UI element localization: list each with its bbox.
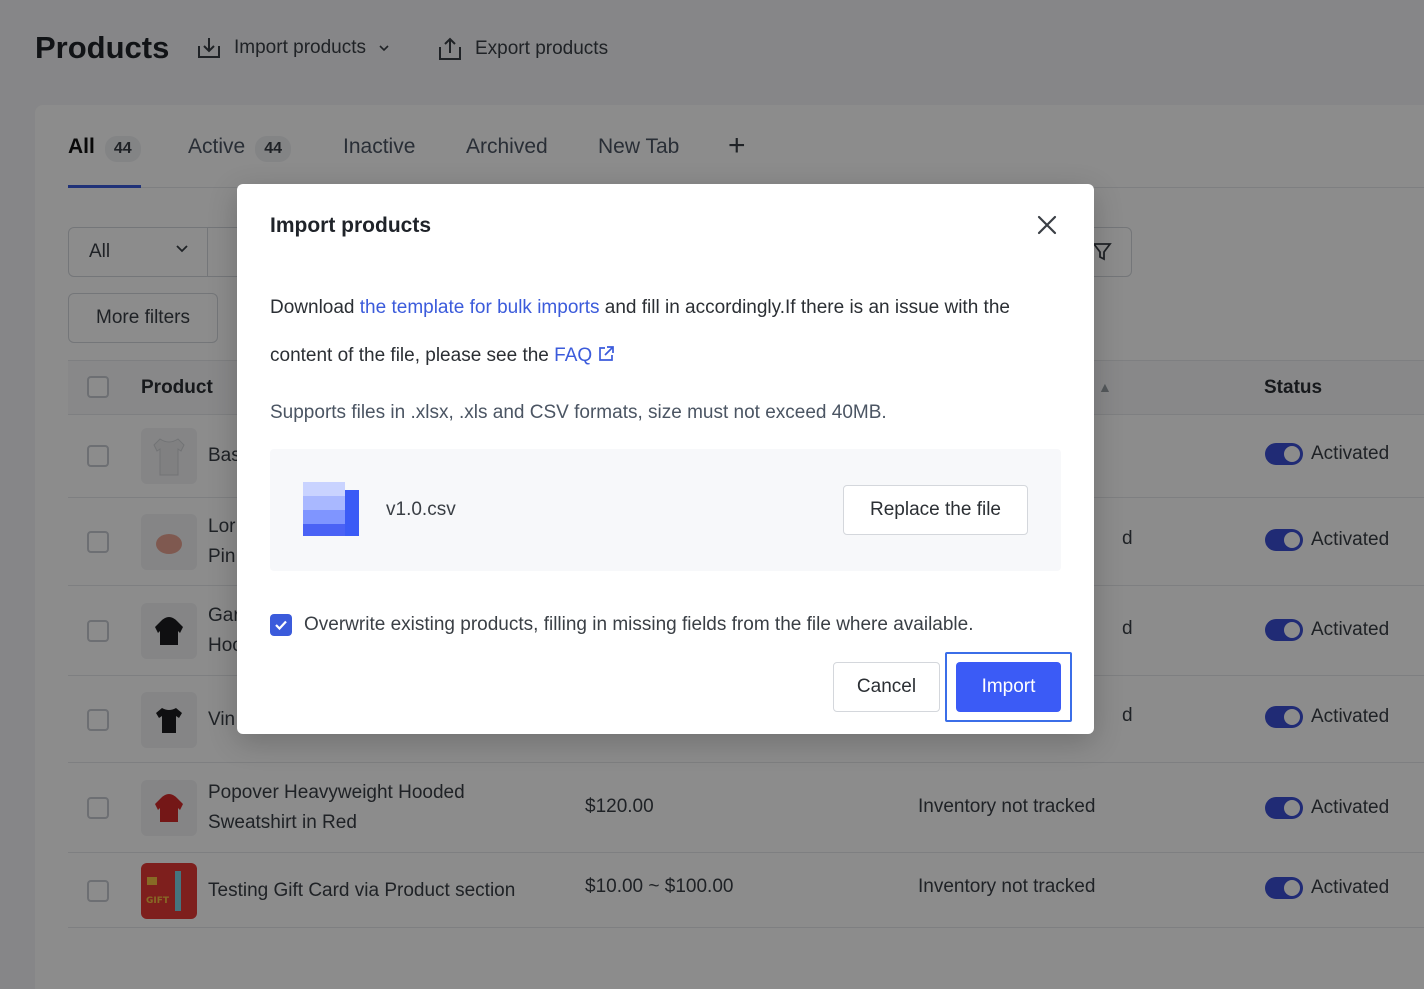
faq-link-label: FAQ (554, 345, 593, 366)
dialog-description: Download the template for bulk imports a… (270, 284, 1060, 380)
external-link-icon (599, 346, 615, 361)
cancel-button[interactable]: Cancel (833, 662, 940, 712)
import-products-dialog: Import products Download the template fo… (237, 184, 1094, 734)
supported-formats-text: Supports files in .xlsx, .xls and CSV fo… (270, 402, 887, 423)
dialog-title: Import products (270, 214, 431, 237)
faq-link[interactable]: FAQ (554, 345, 615, 366)
import-button[interactable]: Import (956, 662, 1061, 712)
close-icon[interactable] (1036, 214, 1058, 236)
overwrite-label: Overwrite existing products, filling in … (304, 614, 974, 635)
overwrite-checkbox[interactable] (270, 614, 292, 636)
overwrite-option[interactable]: Overwrite existing products, filling in … (270, 614, 974, 636)
file-icon (303, 482, 359, 536)
download-text: Download (270, 297, 360, 318)
uploaded-file-panel: v1.0.csv Replace the file (270, 449, 1061, 571)
template-link[interactable]: the template for bulk imports (360, 297, 600, 318)
checkmark-icon (275, 620, 287, 631)
file-name: v1.0.csv (386, 499, 456, 520)
replace-file-button[interactable]: Replace the file (843, 485, 1028, 535)
